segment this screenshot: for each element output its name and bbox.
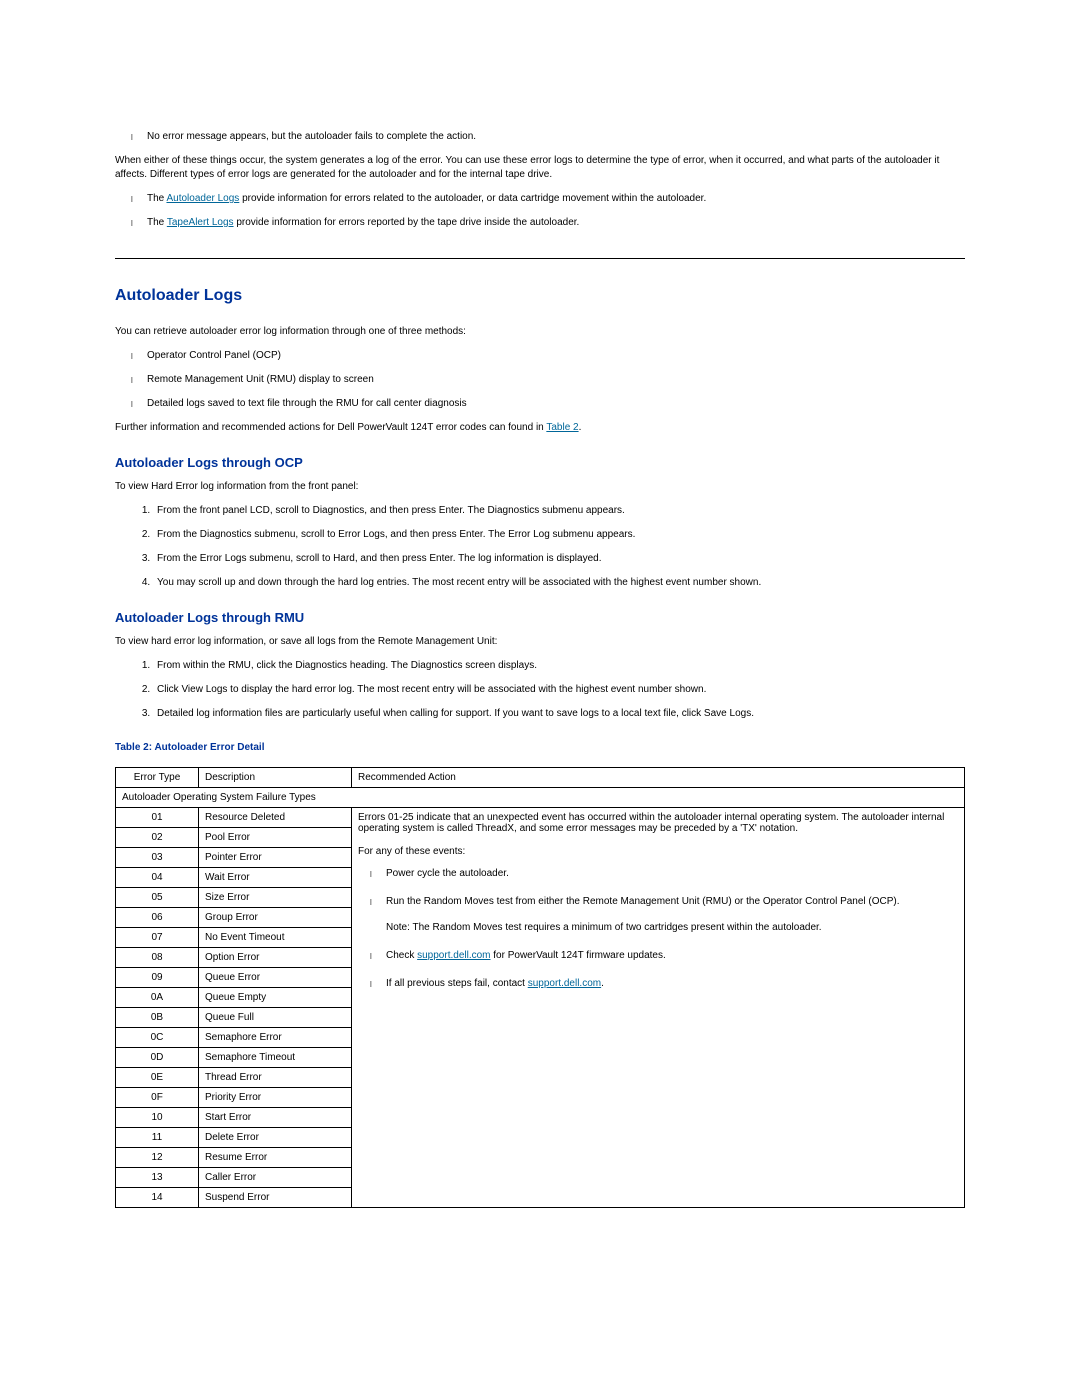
list-item: Run the Random Moves test from either th…: [386, 895, 958, 935]
methods-list: Operator Control Panel (OCP) Remote Mana…: [115, 349, 965, 411]
support-link[interactable]: support.dell.com: [417, 950, 490, 961]
error-code: 0C: [116, 1028, 199, 1048]
error-code: 13: [116, 1168, 199, 1188]
list-item: From the Error Logs submenu, scroll to H…: [153, 552, 965, 566]
autoloader-logs-link[interactable]: Autoloader Logs: [166, 193, 239, 204]
error-code: 08: [116, 948, 199, 968]
recommended-action-cell: Errors 01-25 indicate that an unexpected…: [352, 808, 965, 1208]
error-description: Wait Error: [199, 868, 352, 888]
ocp-steps: From the front panel LCD, scroll to Diag…: [115, 504, 965, 590]
error-description: Caller Error: [199, 1168, 352, 1188]
list-item: Click View Logs to display the hard erro…: [153, 683, 965, 697]
rmu-intro: To view hard error log information, or s…: [115, 635, 965, 649]
list-item: No error message appears, but the autolo…: [147, 130, 965, 144]
error-description: Queue Full: [199, 1008, 352, 1028]
error-description: Size Error: [199, 888, 352, 908]
text: The: [147, 217, 167, 228]
table-2-link[interactable]: Table 2: [546, 422, 578, 433]
list-item: From the Diagnostics submenu, scroll to …: [153, 528, 965, 542]
error-code: 12: [116, 1148, 199, 1168]
text: provide information for errors reported …: [234, 217, 580, 228]
error-code: 06: [116, 908, 199, 928]
list-item: You may scroll up and down through the h…: [153, 576, 965, 590]
error-code: 04: [116, 868, 199, 888]
list-item: Detailed logs saved to text file through…: [147, 397, 965, 411]
error-description: Pool Error: [199, 828, 352, 848]
logs-types-list: The Autoloader Logs provide information …: [115, 192, 965, 230]
rmu-steps: From within the RMU, click the Diagnosti…: [115, 659, 965, 721]
ocp-intro: To view Hard Error log information from …: [115, 480, 965, 494]
error-description: Pointer Error: [199, 848, 352, 868]
error-code: 09: [116, 968, 199, 988]
list-item: Operator Control Panel (OCP): [147, 349, 965, 363]
text: The: [147, 193, 166, 204]
error-description: Suspend Error: [199, 1188, 352, 1208]
table-section-row: Autoloader Operating System Failure Type…: [116, 788, 965, 808]
error-code: 11: [116, 1128, 199, 1148]
tapealert-logs-link[interactable]: TapeAlert Logs: [167, 217, 234, 228]
error-table: Error Type Description Recommended Actio…: [115, 767, 965, 1208]
text: Further information and recommended acti…: [115, 422, 546, 433]
th-recommended-action: Recommended Action: [352, 768, 965, 788]
error-description: Priority Error: [199, 1088, 352, 1108]
error-code: 0E: [116, 1068, 199, 1088]
th-description: Description: [199, 768, 352, 788]
list-item: If all previous steps fail, contact supp…: [386, 977, 958, 991]
error-description: Start Error: [199, 1108, 352, 1128]
list-item: Detailed log information files are parti…: [153, 707, 965, 721]
error-description: Resource Deleted: [199, 808, 352, 828]
intro-paragraph: When either of these things occur, the s…: [115, 154, 965, 182]
list-item: The TapeAlert Logs provide information f…: [147, 216, 965, 230]
text: .: [579, 422, 582, 433]
error-code: 01: [116, 808, 199, 828]
error-code: 05: [116, 888, 199, 908]
error-description: Group Error: [199, 908, 352, 928]
list-item: Remote Management Unit (RMU) display to …: [147, 373, 965, 387]
text: provide information for errors related t…: [239, 193, 706, 204]
error-code: 10: [116, 1108, 199, 1128]
error-code: 14: [116, 1188, 199, 1208]
error-description: Delete Error: [199, 1128, 352, 1148]
error-code: 03: [116, 848, 199, 868]
list-item: Power cycle the autoloader.: [386, 867, 958, 881]
subheading-rmu: Autoloader Logs through RMU: [115, 610, 965, 625]
table-caption: Table 2: Autoloader Error Detail: [115, 741, 965, 755]
action-for-any: For any of these events:: [358, 846, 958, 857]
table-header-row: Error Type Description Recommended Actio…: [116, 768, 965, 788]
section-intro: You can retrieve autoloader error log in…: [115, 325, 965, 339]
support-link[interactable]: support.dell.com: [528, 978, 601, 989]
page-content: No error message appears, but the autolo…: [0, 0, 1080, 1248]
error-description: Thread Error: [199, 1068, 352, 1088]
error-description: Option Error: [199, 948, 352, 968]
error-code: 02: [116, 828, 199, 848]
divider: [115, 258, 965, 259]
intro-top-list: No error message appears, but the autolo…: [115, 130, 965, 144]
error-code: 0A: [116, 988, 199, 1008]
error-description: Semaphore Timeout: [199, 1048, 352, 1068]
error-description: Semaphore Error: [199, 1028, 352, 1048]
list-item: From within the RMU, click the Diagnosti…: [153, 659, 965, 673]
error-code: 0D: [116, 1048, 199, 1068]
subheading-ocp: Autoloader Logs through OCP: [115, 455, 965, 470]
action-intro: Errors 01-25 indicate that an unexpected…: [358, 812, 958, 834]
list-item: From the front panel LCD, scroll to Diag…: [153, 504, 965, 518]
error-description: Queue Error: [199, 968, 352, 988]
list-item: The Autoloader Logs provide information …: [147, 192, 965, 206]
error-code: 0F: [116, 1088, 199, 1108]
error-code: 07: [116, 928, 199, 948]
further-info: Further information and recommended acti…: [115, 421, 965, 435]
table-row: 01Resource DeletedErrors 01-25 indicate …: [116, 808, 965, 828]
section-heading-autoloader-logs: Autoloader Logs: [115, 287, 965, 305]
action-note: Note: The Random Moves test requires a m…: [386, 921, 958, 935]
action-steps-list: Power cycle the autoloader. Run the Rando…: [358, 867, 958, 991]
error-code: 0B: [116, 1008, 199, 1028]
list-item: Check support.dell.com for PowerVault 12…: [386, 949, 958, 963]
error-description: Queue Empty: [199, 988, 352, 1008]
error-description: No Event Timeout: [199, 928, 352, 948]
th-error-type: Error Type: [116, 768, 199, 788]
error-description: Resume Error: [199, 1148, 352, 1168]
section-text: Autoloader Operating System Failure Type…: [116, 788, 965, 808]
